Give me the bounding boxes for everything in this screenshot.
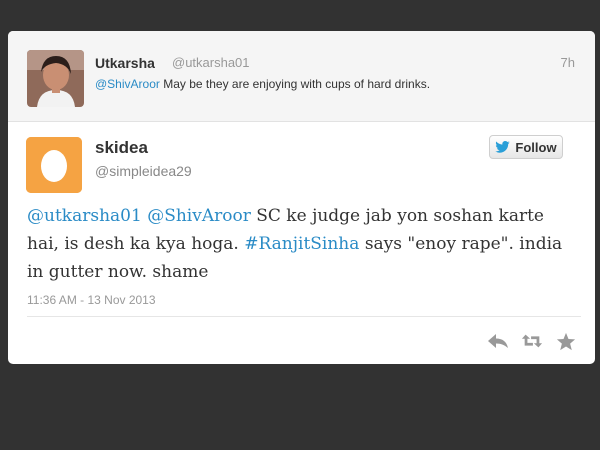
follow-button[interactable]: Follow: [489, 135, 563, 159]
reply-icon[interactable]: [487, 331, 509, 351]
reply-author-name[interactable]: Utkarsha: [95, 55, 155, 71]
tweet-timestamp[interactable]: 11:36 AM - 13 Nov 2013: [27, 293, 156, 307]
divider: [27, 316, 581, 317]
retweet-icon[interactable]: [521, 331, 543, 351]
reply-body: May be they are enjoying with cups of ha…: [163, 77, 431, 91]
author-name[interactable]: skidea: [95, 138, 148, 158]
author-handle[interactable]: @simpleidea29: [95, 163, 192, 179]
reply-mention-link[interactable]: @ShivAroor: [95, 77, 160, 91]
tweet-actions: [487, 331, 577, 351]
tweet-text: @utkarsha01 @ShivAroor SC ke judge jab y…: [27, 202, 567, 286]
parent-tweet[interactable]: Utkarsha @utkarsha01 7h @ShivAroor May b…: [8, 31, 595, 122]
mention-utkarsha-link[interactable]: @utkarsha01: [27, 206, 142, 226]
twitter-bird-icon: [495, 141, 511, 153]
skidea-avatar[interactable]: [26, 137, 82, 193]
reply-time[interactable]: 7h: [561, 55, 575, 70]
egg-icon: [26, 137, 82, 193]
mention-shivaroor-link[interactable]: @ShivAroor: [147, 206, 251, 226]
utkarsha-avatar[interactable]: [27, 50, 84, 107]
follow-label: Follow: [515, 139, 557, 155]
hashtag-link[interactable]: #RanjitSinha: [244, 234, 359, 254]
tweet-card: Utkarsha @utkarsha01 7h @ShivAroor May b…: [8, 31, 595, 364]
favorite-icon[interactable]: [555, 331, 577, 351]
reply-text: @ShivAroor May be they are enjoying with…: [95, 77, 430, 91]
reply-author-handle[interactable]: @utkarsha01: [172, 55, 250, 70]
